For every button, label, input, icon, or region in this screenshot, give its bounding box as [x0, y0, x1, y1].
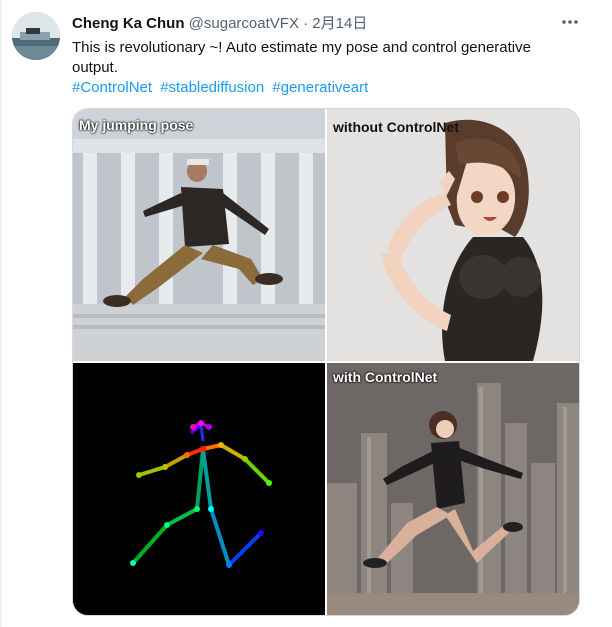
- panel-label: without ControlNet: [333, 119, 459, 135]
- building-photo-image: [73, 109, 325, 361]
- more-icon[interactable]: [560, 12, 584, 32]
- pose-skeleton-image: [73, 363, 325, 615]
- hashtag-link[interactable]: #ControlNet: [72, 79, 152, 96]
- anime-girl-image: [327, 109, 579, 361]
- avatar[interactable]: [12, 12, 60, 60]
- city-anime-girl-image: [327, 363, 579, 615]
- author-name[interactable]: Cheng Ka Chun: [72, 15, 185, 32]
- header-separator: ·: [303, 15, 309, 32]
- author-handle[interactable]: @sugarcoatVFX: [189, 15, 299, 32]
- image-with-controlnet[interactable]: with ControlNet: [327, 363, 579, 615]
- tweet-header: Cheng Ka Chun @sugarcoatVFX · 2月14日: [72, 14, 367, 34]
- tweet-text: This is revolutionary ~! Auto estimate m…: [72, 39, 531, 76]
- image-without-controlnet[interactable]: without ControlNet: [327, 109, 579, 361]
- hashtag-link[interactable]: #generativeart: [272, 79, 368, 96]
- more-horizontal-icon: [562, 20, 578, 24]
- avatar-image: [12, 12, 60, 60]
- tweet-date[interactable]: 2月14日: [312, 15, 367, 32]
- hashtag-list: #ControlNet #stablediffusion #generative…: [72, 78, 372, 98]
- media-grid[interactable]: My jumping pose without ControlNet with …: [72, 108, 580, 616]
- tweet[interactable]: Cheng Ka Chun @sugarcoatVFX · 2月14日 This…: [0, 0, 612, 627]
- hashtag-link[interactable]: #stablediffusion: [160, 79, 264, 96]
- photo-jumping-pose[interactable]: My jumping pose: [73, 109, 325, 361]
- timeline-border: [0, 0, 2, 627]
- panel-label: with ControlNet: [333, 369, 438, 385]
- openpose-skeleton[interactable]: [73, 363, 325, 615]
- panel-label: My jumping pose: [79, 117, 194, 133]
